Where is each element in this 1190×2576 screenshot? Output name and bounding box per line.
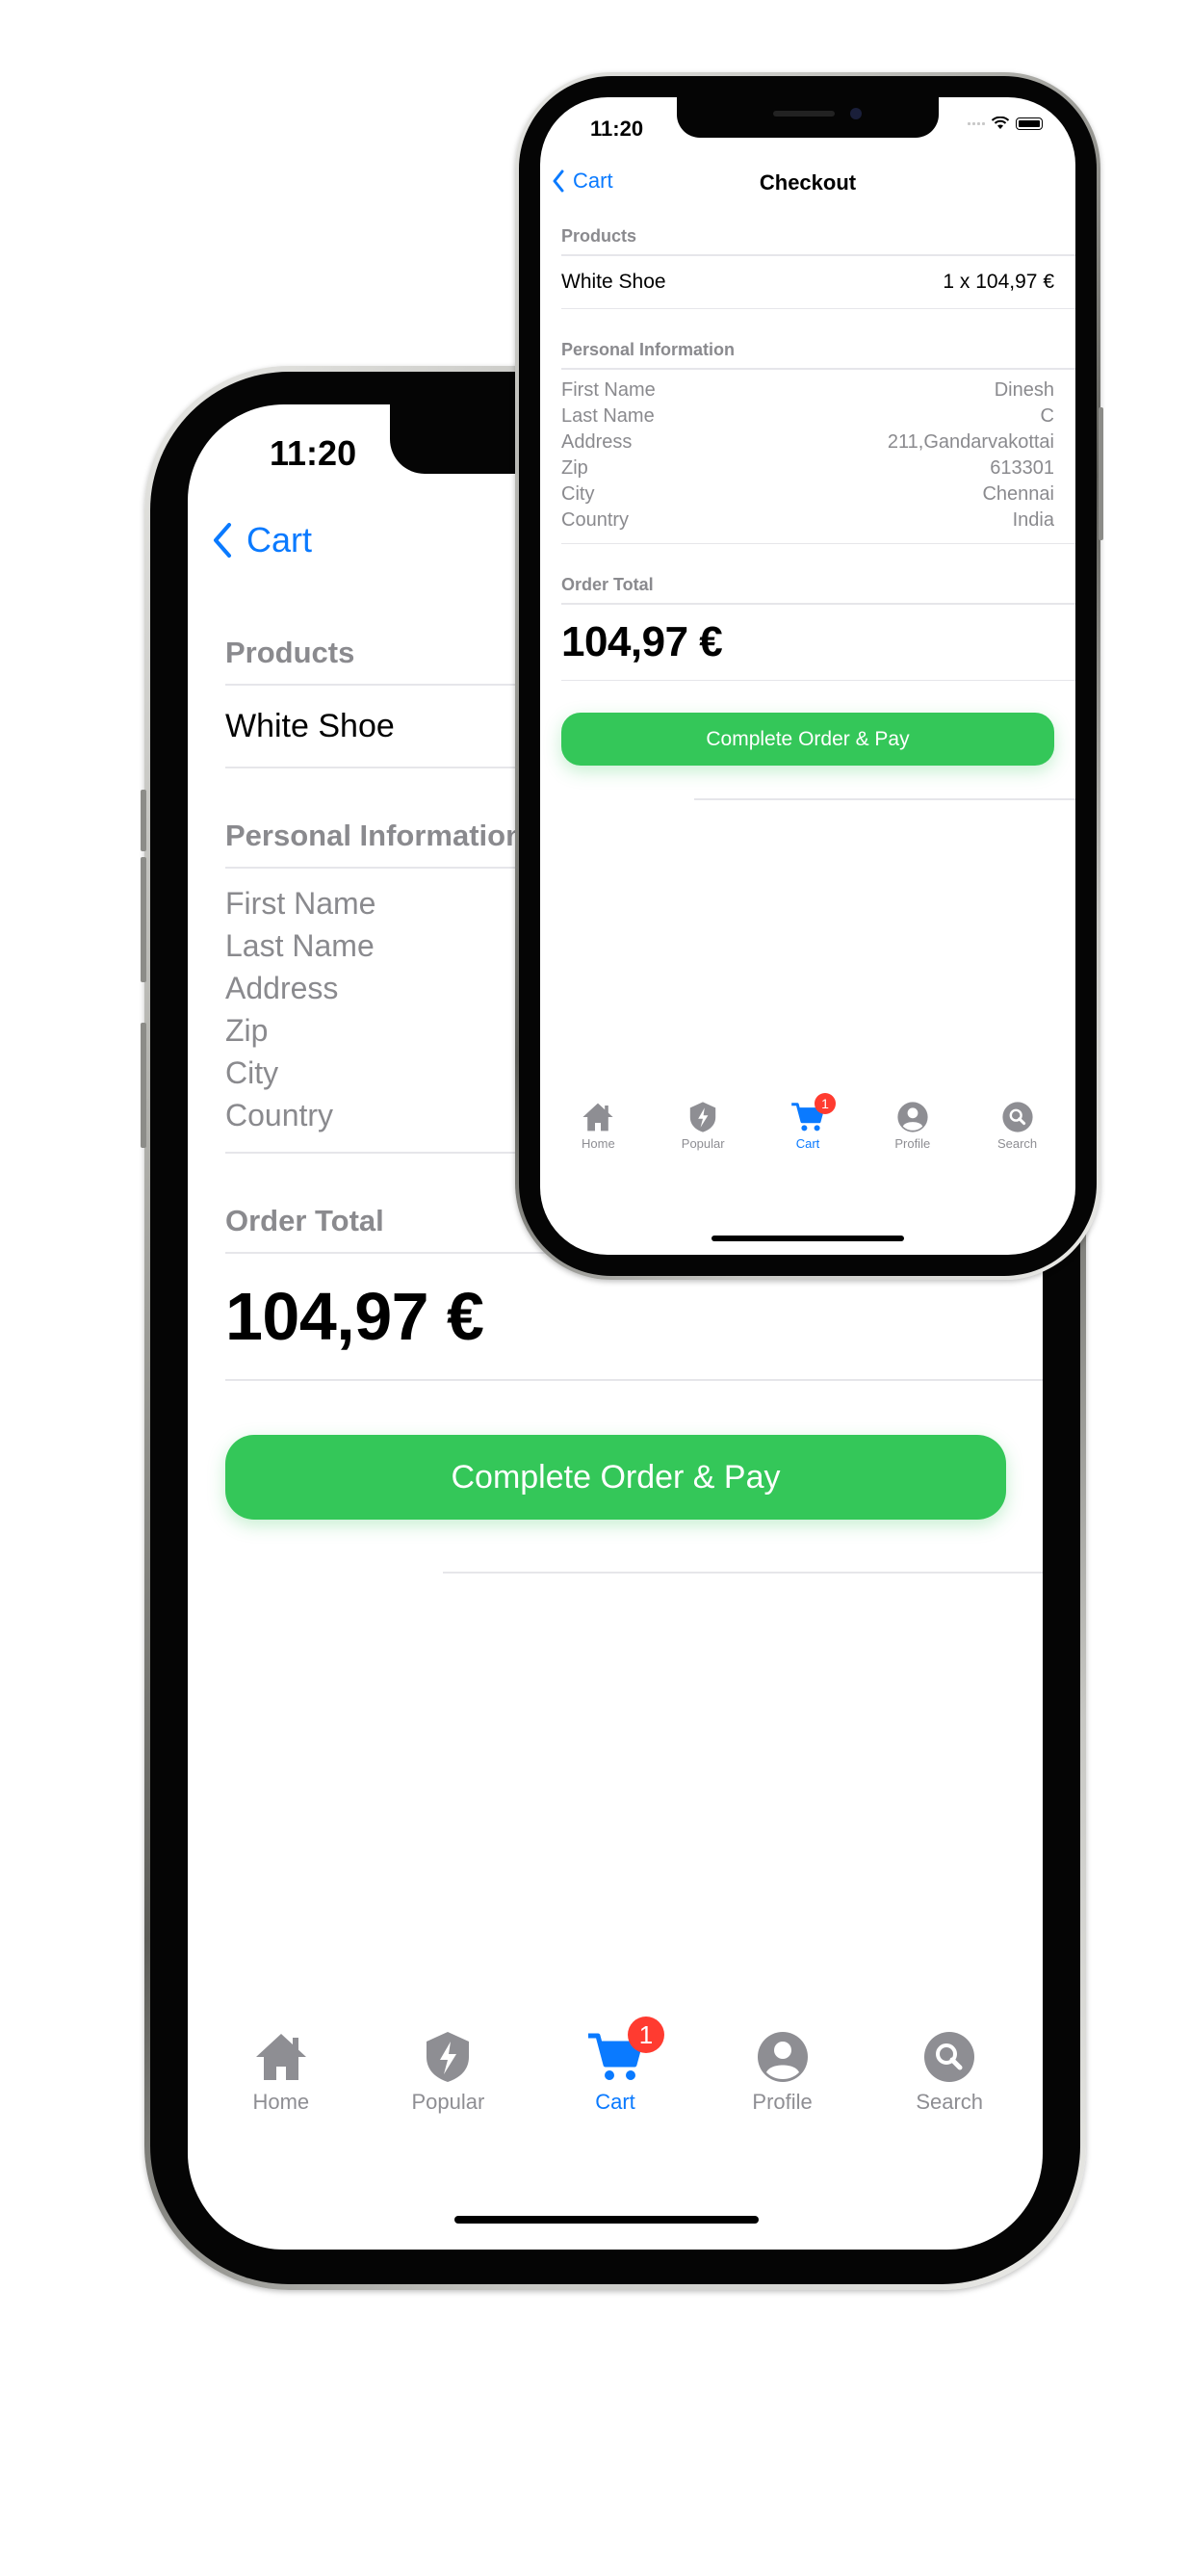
search-circle-icon: [924, 2032, 975, 2082]
tab-label: Search: [996, 1136, 1038, 1151]
back-button[interactable]: Cart: [552, 169, 613, 194]
divider: [561, 368, 1075, 370]
page-title: Checkout: [759, 170, 857, 195]
info-row-first-name: First Name Dinesh: [561, 377, 1054, 403]
tab-bar: Home Popular Cart 1 Profile Search: [540, 1093, 1075, 1151]
info-label: Last Name: [225, 927, 375, 963]
info-label: First Name: [561, 378, 656, 401]
home-indicator[interactable]: [454, 2216, 759, 2224]
bolt-shield-icon: [427, 2032, 470, 2082]
info-label: First Name: [225, 885, 376, 921]
cart-badge: 1: [627, 2017, 664, 2053]
divider: [225, 1379, 1043, 1381]
tab-profile[interactable]: Profile: [701, 2030, 865, 2115]
back-button[interactable]: Cart: [212, 520, 312, 560]
info-row-address: Address 211,Gandarvakottai: [561, 429, 1054, 455]
house-icon: [255, 2034, 306, 2080]
info-value: Chennai: [982, 482, 1054, 505]
tab-profile[interactable]: Profile: [862, 1101, 964, 1151]
divider: [561, 679, 1075, 681]
tab-cart[interactable]: Cart 1: [533, 2017, 697, 2115]
tab-search[interactable]: Search: [867, 2030, 1031, 2115]
complete-order-pay-button[interactable]: Complete Order & Pay: [225, 1435, 1006, 1520]
cart-badge: 1: [814, 1093, 836, 1114]
info-value: India: [1012, 508, 1054, 531]
tab-label: Profile: [894, 1136, 931, 1151]
battery-icon: [1016, 117, 1043, 130]
tab-label: Popular: [411, 2090, 485, 2114]
info-row-country: Country India: [561, 507, 1054, 533]
tab-bar: Home Popular Cart 1 Profile Search: [188, 2017, 1043, 2115]
status-time: 11:20: [270, 433, 357, 473]
divider: [694, 798, 1075, 800]
info-label: Address: [561, 430, 633, 453]
house-icon: [582, 1103, 613, 1132]
info-value: 211,Gandarvakottai: [887, 430, 1054, 453]
back-label: Cart: [573, 169, 613, 193]
speaker: [773, 111, 835, 117]
back-label: Cart: [246, 520, 313, 559]
tab-popular[interactable]: Popular: [366, 2030, 530, 2115]
notch: [677, 97, 939, 138]
person-circle-icon: [897, 1102, 928, 1132]
tab-label: Home: [582, 1136, 615, 1151]
phone-small: 11:20 Checkout Cart Products White Shoe …: [515, 72, 1103, 1280]
tab-label: Cart: [595, 2090, 635, 2114]
tab-cart[interactable]: Cart 1: [757, 1093, 859, 1151]
volume-up-button: [141, 857, 146, 982]
tab-popular[interactable]: Popular: [652, 1101, 754, 1151]
volume-down-button: [141, 1023, 146, 1148]
info-label: City: [225, 1054, 279, 1090]
complete-order-pay-button[interactable]: Complete Order & Pay: [561, 713, 1054, 766]
info-row-last-name: Last Name C: [561, 403, 1054, 429]
info-label: City: [561, 482, 595, 505]
home-indicator[interactable]: [711, 1236, 904, 1241]
info-value: Dinesh: [994, 378, 1054, 401]
info-label: Last Name: [561, 404, 655, 427]
divider: [443, 1572, 1043, 1574]
wifi-icon: [991, 117, 1010, 129]
signal-icon: [968, 121, 985, 125]
status-time: 11:20: [590, 117, 644, 141]
product-name: White Shoe: [561, 270, 666, 293]
order-total-amount: 104,97 €: [561, 617, 723, 665]
product-row: White Shoe 1 x 104,97 €: [561, 256, 1054, 308]
info-label: Country: [225, 1097, 334, 1132]
tab-search[interactable]: Search: [967, 1101, 1069, 1151]
search-circle-icon: [1001, 1102, 1033, 1132]
checkout-content: Products White Shoe 1 x 104,97 € Persona…: [540, 226, 1075, 800]
info-label: Address: [225, 970, 339, 1005]
tab-label: Popular: [681, 1136, 725, 1151]
divider: [561, 542, 1075, 544]
info-label: Country: [561, 508, 630, 531]
person-circle-icon: [757, 2032, 808, 2082]
info-label: Zip: [561, 456, 588, 479]
product-qty-price: 1 x 104,97 €: [943, 270, 1054, 293]
tab-label: Cart: [795, 1136, 820, 1151]
tab-label: Search: [916, 2090, 984, 2114]
screen: 11:20 Checkout Cart Products White Shoe …: [540, 97, 1075, 1255]
mute-switch: [141, 790, 146, 851]
chevron-left-icon: [553, 169, 564, 193]
info-row-city: City Chennai: [561, 481, 1054, 507]
info-label: Zip: [225, 1012, 269, 1048]
status-icons: [968, 117, 1043, 130]
personal-info-header: Personal Information: [561, 340, 736, 359]
tab-label: Home: [252, 2090, 310, 2114]
power-button: [1099, 407, 1103, 540]
bolt-shield-icon: [689, 1102, 716, 1132]
chevron-left-icon: [214, 523, 231, 558]
tab-home[interactable]: Home: [199, 2030, 363, 2115]
front-camera: [850, 108, 862, 119]
tab-home[interactable]: Home: [547, 1101, 649, 1151]
info-value: 613301: [990, 456, 1054, 479]
product-name: White Shoe: [225, 707, 395, 744]
info-row-zip: Zip 613301: [561, 455, 1054, 481]
order-total-header: Order Total: [561, 575, 654, 594]
tab-label: Profile: [752, 2090, 813, 2114]
info-value: C: [1040, 404, 1054, 427]
products-header: Products: [561, 226, 637, 246]
divider: [561, 307, 1075, 309]
